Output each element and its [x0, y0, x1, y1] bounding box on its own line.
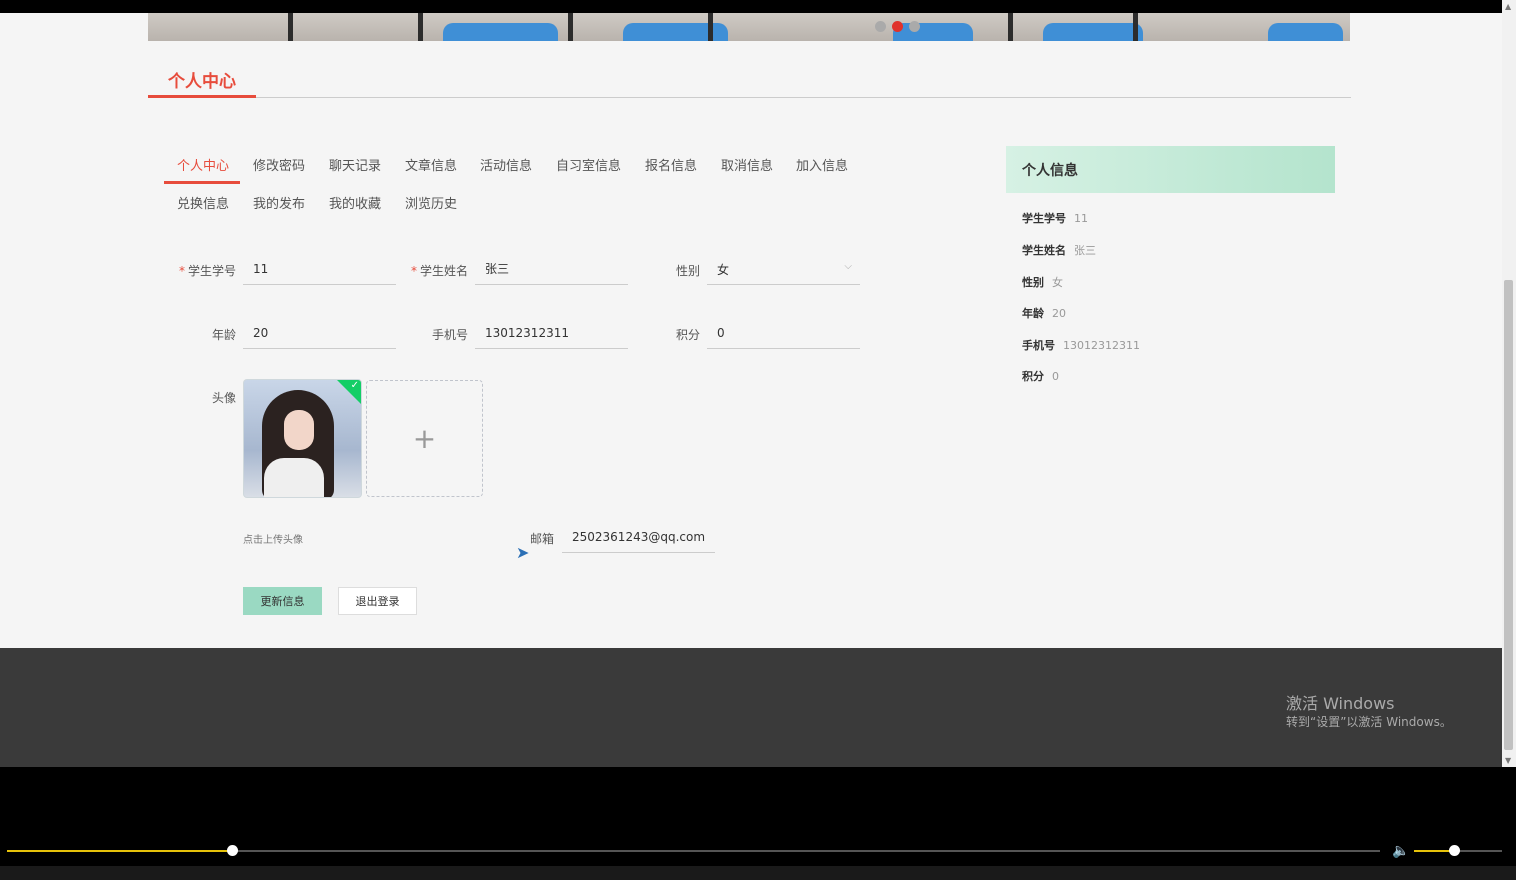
- avatar-face: [284, 410, 314, 450]
- info-row: 学生姓名 张三: [1022, 244, 1096, 257]
- info-card-title: 个人信息: [1022, 163, 1078, 179]
- chair-leg: [418, 13, 423, 41]
- vertical-scrollbar[interactable]: ▲ ▼: [1502, 0, 1516, 767]
- tab-personal-center[interactable]: 个人中心: [177, 155, 229, 174]
- active-tab-underline: [164, 181, 240, 184]
- chair-leg: [1008, 13, 1013, 41]
- age-input[interactable]: [243, 317, 396, 349]
- chair-seat: [1043, 23, 1143, 41]
- tab-chat-history[interactable]: 聊天记录: [329, 155, 381, 174]
- scrollbar-thumb[interactable]: [1504, 280, 1513, 750]
- age-label: 年龄: [211, 328, 236, 342]
- student-id-input[interactable]: [243, 253, 396, 285]
- playback-progress-bar[interactable]: [7, 845, 1380, 856]
- tab-exchanges[interactable]: 兑换信息: [177, 193, 229, 212]
- gender-select-value: 女: [717, 263, 730, 277]
- page-content: 个人中心 个人中心 修改密码 聊天记录 文章信息 活动信息 自习室信息 报名信息…: [0, 13, 1502, 648]
- tab-cancellations[interactable]: 取消信息: [721, 155, 773, 174]
- top-black-bar: [0, 0, 1502, 13]
- chair-leg: [288, 13, 293, 41]
- plus-icon: +: [412, 422, 437, 455]
- carousel-dot[interactable]: [909, 21, 920, 32]
- chair-leg: [708, 13, 713, 41]
- tab-study-rooms[interactable]: 自习室信息: [556, 155, 621, 174]
- tab-my-posts[interactable]: 我的发布: [253, 193, 305, 212]
- windows-activation-title: 激活 Windows: [1286, 694, 1395, 713]
- chair-leg: [1133, 13, 1138, 41]
- tab-activities[interactable]: 活动信息: [480, 155, 532, 174]
- avatar-label: 头像: [211, 391, 236, 405]
- gender-select[interactable]: 女 ⌵: [707, 253, 860, 285]
- chair-seat: [443, 23, 558, 41]
- video-player-controls: 🔈: [0, 767, 1516, 880]
- carousel-dot-active[interactable]: [892, 21, 903, 32]
- student-id-label: * 学生学号: [178, 264, 236, 278]
- windows-activation-subtitle: 转到“设置”以激活 Windows。: [1286, 715, 1452, 729]
- carousel-indicators: [875, 21, 920, 32]
- phone-label: 手机号: [431, 328, 468, 342]
- info-row: 年龄 20: [1022, 307, 1066, 320]
- section-divider: [148, 97, 1351, 98]
- tab-registrations[interactable]: 报名信息: [645, 155, 697, 174]
- email-input[interactable]: [562, 521, 715, 553]
- scroll-up-arrow-icon[interactable]: ▲: [1505, 2, 1511, 11]
- info-row: 积分 0: [1022, 370, 1059, 383]
- info-row: 手机号 13012312311: [1022, 339, 1140, 352]
- section-title-underline: [148, 95, 256, 98]
- logout-button[interactable]: 退出登录: [338, 587, 417, 615]
- gender-label: 性别: [675, 264, 700, 278]
- section-title: 个人中心: [168, 72, 236, 92]
- volume-fill: [1414, 850, 1454, 852]
- avatar-shirt: [264, 458, 324, 497]
- volume-slider[interactable]: [1414, 845, 1502, 856]
- volume-icon[interactable]: 🔈: [1392, 843, 1409, 859]
- chair-leg: [568, 13, 573, 41]
- check-icon: ✓: [350, 380, 359, 391]
- progress-fill: [7, 850, 233, 852]
- tab-joined[interactable]: 加入信息: [796, 155, 848, 174]
- info-row: 学生学号 11: [1022, 212, 1088, 225]
- student-name-input[interactable]: [475, 253, 628, 285]
- taskbar-strip: [0, 866, 1516, 880]
- tab-my-favorites[interactable]: 我的收藏: [329, 193, 381, 212]
- info-row: 性别女: [1022, 276, 1063, 289]
- scroll-down-arrow-icon[interactable]: ▼: [1505, 756, 1511, 765]
- tab-change-password[interactable]: 修改密码: [253, 155, 305, 174]
- chevron-down-icon: ⌵: [844, 261, 852, 272]
- update-info-button[interactable]: 更新信息: [243, 587, 322, 615]
- chair-seat: [1268, 23, 1343, 41]
- points-label: 积分: [675, 328, 700, 342]
- tab-browse-history[interactable]: 浏览历史: [405, 193, 457, 212]
- mouse-cursor-icon: ➤: [516, 543, 530, 562]
- avatar-image[interactable]: ✓: [243, 379, 362, 498]
- avatar-upload-hint: 点击上传头像: [243, 535, 303, 546]
- student-name-label: * 学生姓名: [410, 264, 468, 278]
- progress-handle[interactable]: [227, 845, 239, 856]
- tab-articles[interactable]: 文章信息: [405, 155, 457, 174]
- volume-handle[interactable]: [1448, 845, 1460, 856]
- avatar-upload-button[interactable]: +: [366, 380, 483, 497]
- banner-carousel: [148, 13, 1350, 41]
- info-card-header: 个人信息: [1006, 146, 1335, 193]
- phone-input[interactable]: [475, 317, 628, 349]
- points-input[interactable]: [707, 317, 860, 349]
- carousel-dot[interactable]: [875, 21, 886, 32]
- page-footer: [0, 648, 1502, 767]
